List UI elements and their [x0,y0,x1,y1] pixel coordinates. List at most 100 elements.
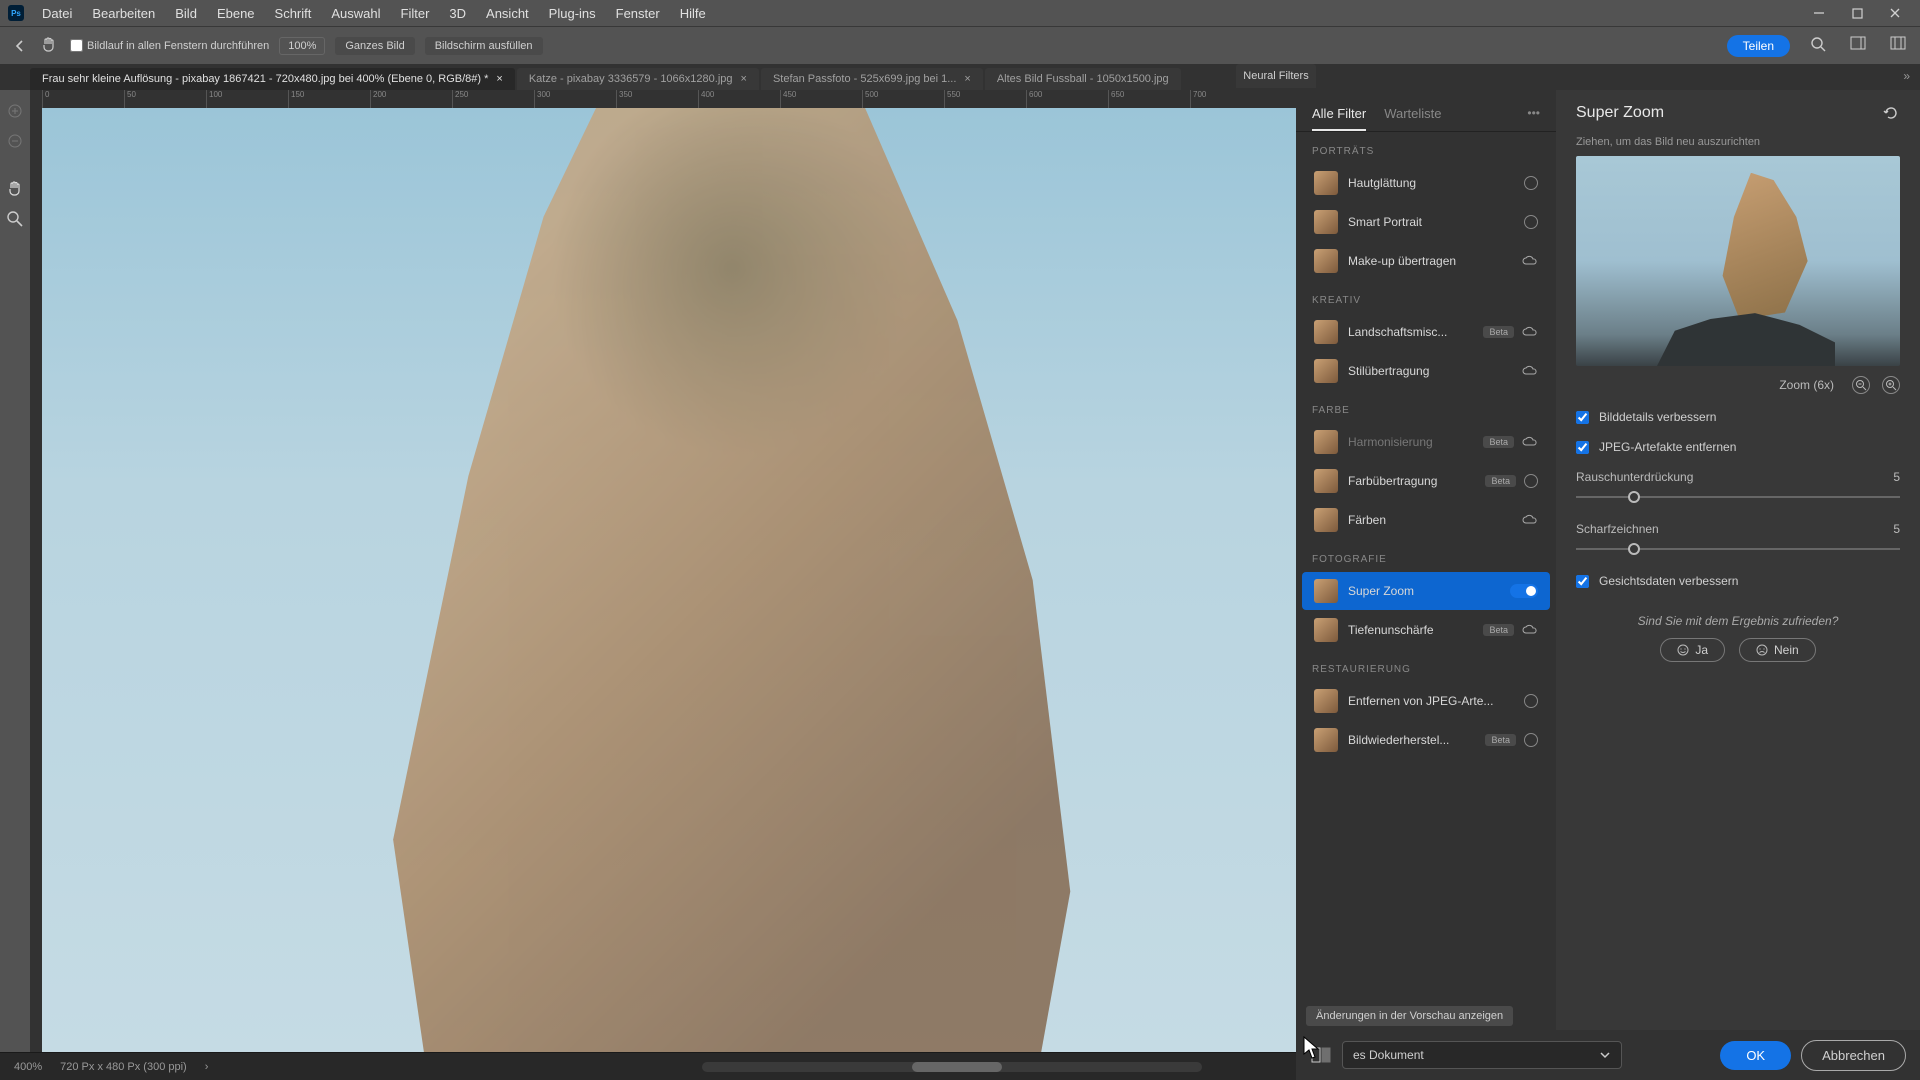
cloud-icon[interactable] [1522,514,1538,526]
tab-close-icon[interactable]: × [741,73,747,85]
filter-tiefenunschaerfe[interactable]: TiefenunschärfeBeta [1302,611,1550,649]
cloud-icon[interactable] [1522,436,1538,448]
ok-button[interactable]: OK [1720,1041,1791,1070]
doc-tab-label: Katze - pixabay 3336579 - 1066x1280.jpg [529,73,733,85]
menu-plugins[interactable]: Plug-ins [539,6,606,21]
layout-icon-2[interactable] [1890,36,1910,56]
filter-label: Entfernen von JPEG-Arte... [1348,694,1524,708]
menu-auswahl[interactable]: Auswahl [321,6,390,21]
fill-button[interactable]: Bildschirm ausfüllen [425,37,543,55]
menu-filter[interactable]: Filter [391,6,440,21]
remove-jpeg-checkbox[interactable]: JPEG-Artefakte entfernen [1576,440,1900,454]
search-icon[interactable] [1810,36,1830,56]
undo-icon[interactable] [1882,104,1900,122]
menu-bild[interactable]: Bild [165,6,207,21]
face-data-checkbox[interactable]: Gesichtsdaten verbessern [1576,574,1900,588]
canvas-image [42,108,1296,1052]
ruler-horizontal: 0501001502002503003504004505005506006507… [42,90,1296,108]
checkbox-label: JPEG-Artefakte entfernen [1599,440,1736,454]
cancel-button[interactable]: Abbrechen [1801,1040,1906,1071]
cloud-icon[interactable] [1522,365,1538,377]
filter-label: Färben [1348,513,1522,527]
zoom-in-icon[interactable] [1882,376,1900,394]
zoom-tool-icon[interactable] [4,208,26,230]
scroll-all-windows-checkbox[interactable]: Bildlauf in allen Fenstern durchführen [70,39,269,52]
filter-faerben[interactable]: Färben [1302,501,1550,539]
toggle-icon[interactable] [1524,694,1538,708]
window-maximize-icon[interactable] [1848,4,1866,22]
filter-label: Stilübertragung [1348,364,1522,378]
doc-tab-1[interactable]: Katze - pixabay 3336579 - 1066x1280.jpg × [517,68,759,90]
doc-tab-3[interactable]: Altes Bild Fussball - 1050x1500.jpg [985,68,1181,90]
neural-filters-tab[interactable]: Neural Filters [1236,64,1316,88]
tab-alle-filter[interactable]: Alle Filter [1312,106,1366,131]
plus-icon[interactable] [4,100,26,122]
noise-slider[interactable] [1576,488,1900,506]
canvas[interactable] [42,108,1296,1052]
window-minimize-icon[interactable] [1810,4,1828,22]
doc-tab-2[interactable]: Stefan Passfoto - 525x699.jpg bei 1... × [761,68,983,90]
tab-warteliste[interactable]: Warteliste [1384,106,1441,131]
toolbar-left [0,90,30,1052]
menu-3d[interactable]: 3D [439,6,476,21]
filter-super-zoom[interactable]: Super Zoom [1302,572,1550,610]
before-after-icon[interactable]: Änderungen in der Vorschau anzeigen [1310,1044,1332,1066]
window-close-icon[interactable] [1886,4,1904,22]
tab-close-icon[interactable]: × [964,73,970,85]
toggle-on-icon[interactable] [1510,584,1538,598]
share-button[interactable]: Teilen [1727,35,1790,57]
enhance-details-checkbox[interactable]: Bilddetails verbessern [1576,410,1900,424]
toggle-icon[interactable] [1524,176,1538,190]
filter-label: Tiefenunschärfe [1348,623,1483,637]
feedback-yes-button[interactable]: Ja [1660,638,1725,662]
cloud-icon[interactable] [1522,326,1538,338]
tab-overflow-icon[interactable]: » [1903,69,1910,83]
fit-button[interactable]: Ganzes Bild [335,37,414,55]
hand-tool-icon[interactable] [40,36,60,56]
tab-close-icon[interactable]: × [496,73,502,85]
output-select[interactable]: es Dokument [1342,1041,1622,1069]
filter-label: Landschaftsmisc... [1348,325,1483,339]
filter-label: Bildwiederherstel... [1348,733,1485,747]
menu-ansicht[interactable]: Ansicht [476,6,539,21]
menu-hilfe[interactable]: Hilfe [670,6,716,21]
hand-tool-icon[interactable] [4,178,26,200]
menu-ebene[interactable]: Ebene [207,6,265,21]
cloud-icon[interactable] [1522,255,1538,267]
filter-bildwiederherstellung[interactable]: Bildwiederherstel...Beta [1302,721,1550,759]
doc-tab-label: Stefan Passfoto - 525x699.jpg bei 1... [773,73,956,85]
menu-fenster[interactable]: Fenster [606,6,670,21]
status-zoom[interactable]: 400% [14,1061,42,1073]
menu-bearbeiten[interactable]: Bearbeiten [82,6,165,21]
feedback-no-button[interactable]: Nein [1739,638,1816,662]
filter-jpeg-artefakte[interactable]: Entfernen von JPEG-Arte... [1302,682,1550,720]
layout-icon-1[interactable] [1850,36,1870,56]
toggle-icon[interactable] [1524,215,1538,229]
filter-landscape[interactable]: Landschaftsmisc...Beta [1302,313,1550,351]
option-bar: Bildlauf in allen Fenstern durchführen 1… [0,26,1920,64]
app-icon: Ps [8,5,24,21]
filter-farbuebertragung[interactable]: FarbübertragungBeta [1302,462,1550,500]
status-chevron-icon[interactable]: › [205,1061,209,1073]
doc-tab-0[interactable]: Frau sehr kleine Auflösung - pixabay 186… [30,68,515,90]
toggle-icon[interactable] [1524,474,1538,488]
filter-makeup[interactable]: Make-up übertragen [1302,242,1550,280]
filter-harmonisierung[interactable]: HarmonisierungBeta [1302,423,1550,461]
back-icon[interactable] [10,36,30,56]
minus-icon[interactable] [4,130,26,152]
menu-datei[interactable]: Datei [32,6,82,21]
menu-schrift[interactable]: Schrift [265,6,322,21]
bottom-action-bar: Änderungen in der Vorschau anzeigen es D… [1296,1030,1920,1080]
sharpen-slider[interactable] [1576,540,1900,558]
horizontal-scrollbar[interactable] [702,1062,1202,1072]
filter-stil[interactable]: Stilübertragung [1302,352,1550,390]
filter-smart-portrait[interactable]: Smart Portrait [1302,203,1550,241]
toggle-icon[interactable] [1524,733,1538,747]
zoom-field[interactable]: 100% [279,37,325,55]
filter-hautglaettung[interactable]: Hautglättung [1302,164,1550,202]
zoom-out-icon[interactable] [1852,376,1870,394]
panel-more-icon[interactable]: ••• [1527,106,1540,131]
filter-list-panel: Alle Filter Warteliste ••• PORTRÄTS Haut… [1296,90,1556,1030]
preview-image[interactable] [1576,156,1900,366]
cloud-icon[interactable] [1522,624,1538,636]
